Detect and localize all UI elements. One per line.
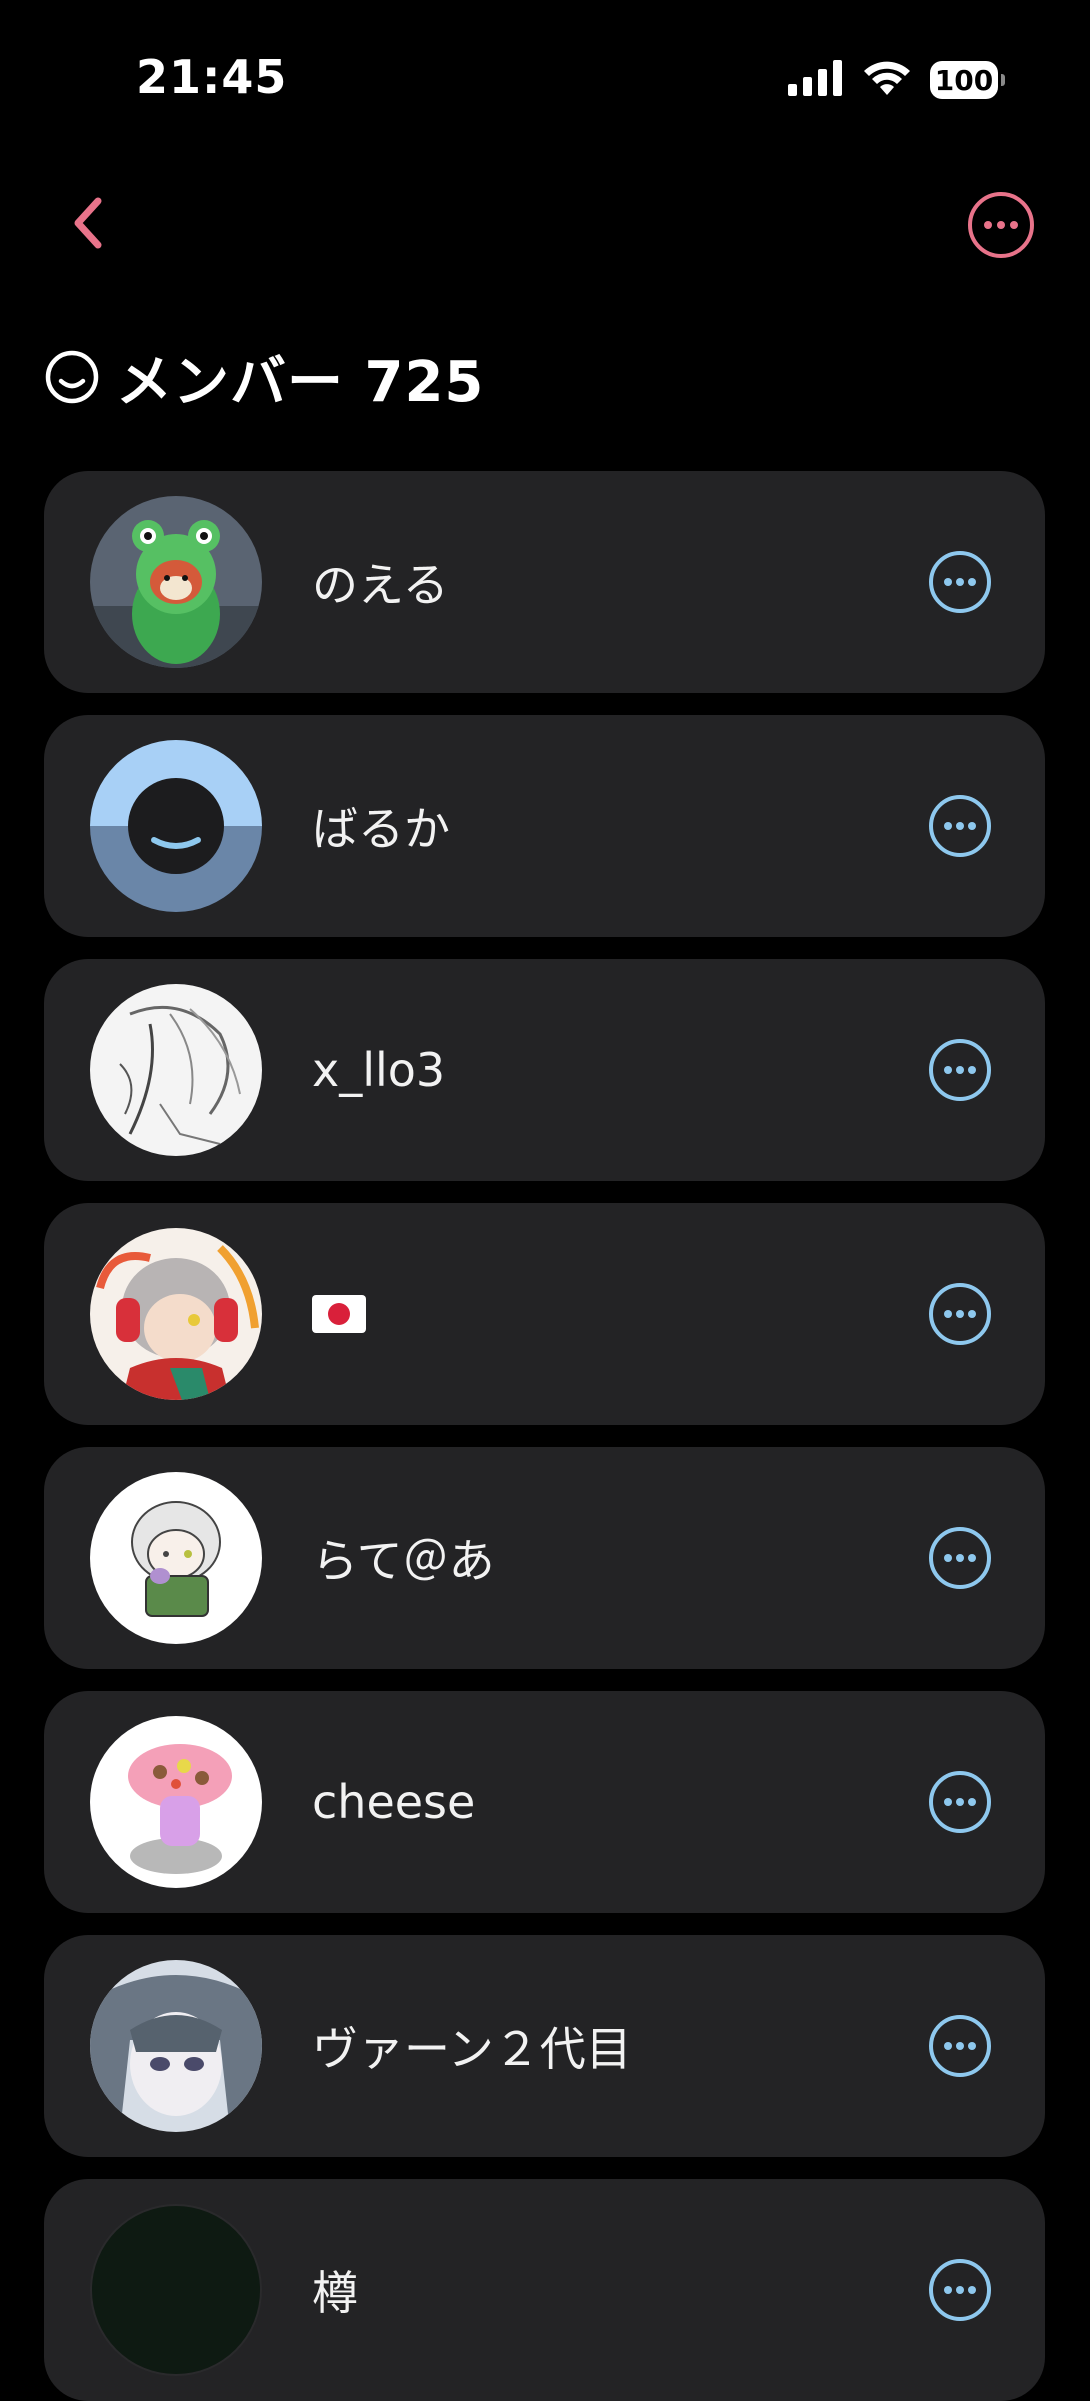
battery-icon: 100 xyxy=(930,61,1005,99)
wifi-icon xyxy=(862,59,912,101)
ellipsis-circle-icon xyxy=(968,192,1034,258)
ellipsis-circle-icon xyxy=(929,2259,991,2321)
member-name xyxy=(312,1203,366,1425)
member-row[interactable] xyxy=(44,1203,1045,1425)
avatar xyxy=(90,496,262,668)
more-options-button[interactable] xyxy=(966,190,1036,260)
avatar xyxy=(90,2204,262,2376)
member-name: 樽 xyxy=(312,2266,358,2320)
status-bar: 21:45 100 xyxy=(0,0,1090,160)
status-time: 21:45 xyxy=(136,50,288,104)
ellipsis-circle-icon xyxy=(929,551,991,613)
avatar xyxy=(90,1960,262,2132)
member-row[interactable]: のえる xyxy=(44,471,1045,693)
member-row[interactable]: x_llo3 xyxy=(44,959,1045,1181)
smiley-face-icon xyxy=(45,350,99,404)
member-name: ヴァーン２代目 xyxy=(312,2022,632,2076)
member-more-button[interactable] xyxy=(928,2258,992,2322)
avatar xyxy=(90,1472,262,1644)
ellipsis-circle-icon xyxy=(929,1771,991,1833)
member-more-button[interactable] xyxy=(928,550,992,614)
member-row[interactable]: ヴァーン２代目 xyxy=(44,1935,1045,2157)
member-more-button[interactable] xyxy=(928,1282,992,1346)
back-button[interactable] xyxy=(60,188,116,258)
ellipsis-circle-icon xyxy=(929,1039,991,1101)
ellipsis-circle-icon xyxy=(929,2015,991,2077)
cellular-signal-icon xyxy=(788,60,844,100)
member-name: らて＠あ xyxy=(312,1534,495,1588)
member-name: x_llo3 xyxy=(312,1043,446,1097)
avatar xyxy=(90,1716,262,1888)
chevron-left-icon xyxy=(74,197,102,249)
member-more-button[interactable] xyxy=(928,1770,992,1834)
avatar xyxy=(90,740,262,912)
page-title: メンバー 725 xyxy=(116,349,485,415)
japan-flag-icon xyxy=(312,1295,366,1333)
ellipsis-circle-icon xyxy=(929,795,991,857)
avatar xyxy=(90,1228,262,1400)
member-row[interactable]: ばるか xyxy=(44,715,1045,937)
member-more-button[interactable] xyxy=(928,2014,992,2078)
member-more-button[interactable] xyxy=(928,794,992,858)
status-icons: 100 xyxy=(788,58,1005,102)
ellipsis-circle-icon xyxy=(929,1527,991,1589)
member-row[interactable]: 樽 xyxy=(44,2179,1045,2401)
member-name: のえる xyxy=(312,558,449,612)
member-name: ばるか xyxy=(312,802,450,856)
member-name: cheese xyxy=(312,1775,476,1829)
member-more-button[interactable] xyxy=(928,1526,992,1590)
member-row[interactable]: らて＠あ xyxy=(44,1447,1045,1669)
member-more-button[interactable] xyxy=(928,1038,992,1102)
member-row[interactable]: cheese xyxy=(44,1691,1045,1913)
ellipsis-circle-icon xyxy=(929,1283,991,1345)
avatar xyxy=(90,984,262,1156)
members-header: メンバー 725 xyxy=(44,342,484,415)
